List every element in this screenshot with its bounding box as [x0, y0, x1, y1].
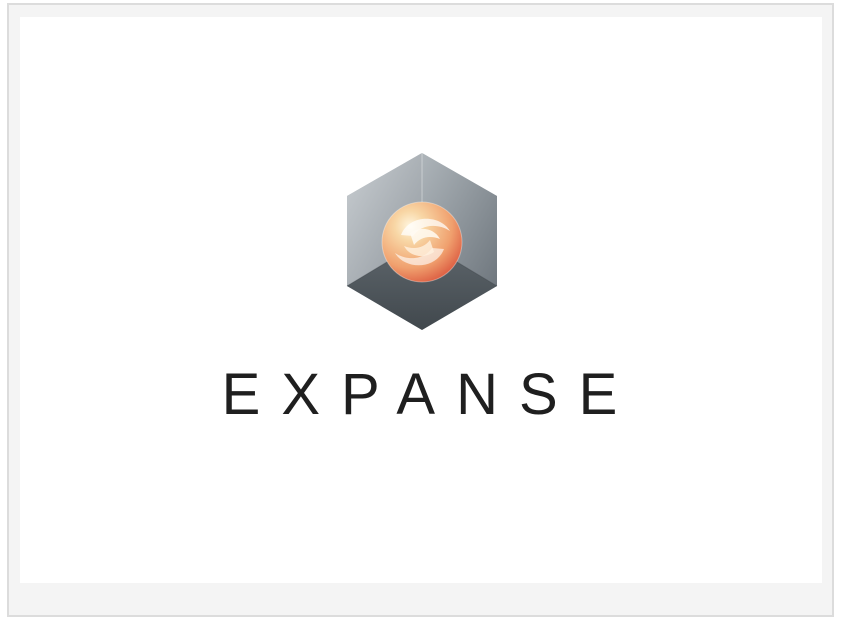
- wordmark: EXPANSE: [222, 362, 639, 424]
- hexagon-sphere-icon: [346, 153, 498, 330]
- bottom-strip: [9, 585, 832, 615]
- wordmark-text: EXPANSE: [222, 362, 639, 424]
